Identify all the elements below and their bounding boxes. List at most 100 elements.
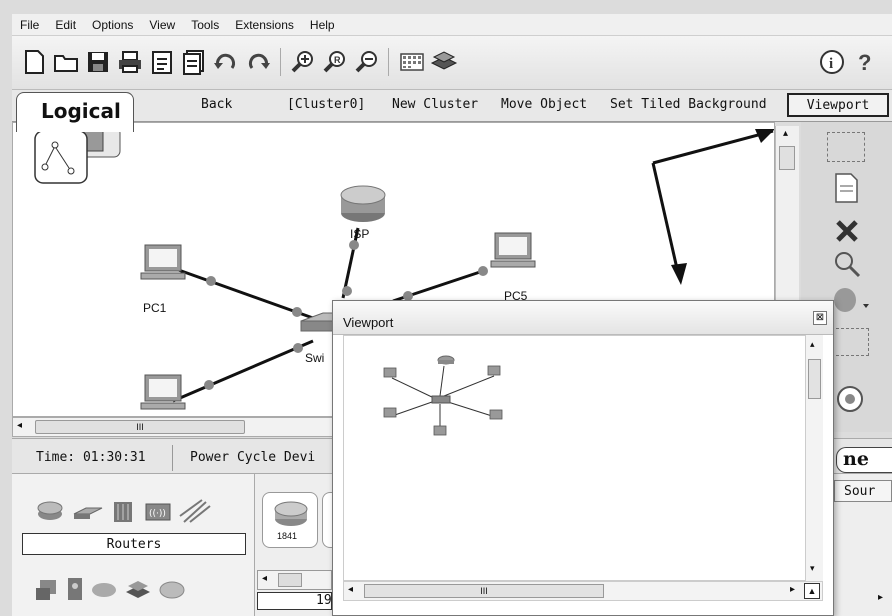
- power-cycle-button[interactable]: Power Cycle Devi: [182, 445, 342, 471]
- link-pc1-switch[interactable]: [172, 266, 314, 320]
- hubs-category-icon: [114, 502, 132, 522]
- viewport-window: Viewport ⊠ ▴ ▾ ◂ III ▸ ▲: [332, 300, 834, 616]
- minimap-switch: [431, 395, 451, 404]
- activity-wizard-icon[interactable]: [148, 48, 176, 76]
- print-icon[interactable]: [116, 48, 144, 76]
- viewport-button[interactable]: Viewport: [787, 93, 889, 117]
- zoom-out-icon[interactable]: [352, 48, 380, 76]
- custom-made-category-icon: [126, 581, 150, 598]
- device-list-scrollbar[interactable]: ◂: [257, 570, 332, 590]
- zoom-in-icon[interactable]: [288, 48, 316, 76]
- menu-file[interactable]: File: [12, 18, 47, 32]
- link-pc-switch[interactable]: [172, 339, 314, 403]
- pdu-icon[interactable]: [180, 48, 208, 76]
- scroll-thumb[interactable]: III: [35, 420, 245, 434]
- scroll-right-arrow[interactable]: ▸: [790, 584, 795, 595]
- category-icons-row2: [36, 578, 185, 600]
- pc1-label: PC1: [143, 301, 167, 315]
- switches-category-icon: [73, 507, 103, 519]
- end-devices-category-icon: [36, 580, 56, 600]
- place-note-icon[interactable]: [831, 328, 869, 356]
- svg-text:R: R: [334, 55, 341, 65]
- new-cluster-button[interactable]: New Cluster: [392, 97, 478, 112]
- menu-view[interactable]: View: [141, 18, 183, 32]
- redo-icon[interactable]: [244, 48, 272, 76]
- info-icon[interactable]: i: [818, 48, 846, 76]
- next-device-item[interactable]: [322, 492, 332, 548]
- inspect-icon[interactable]: [833, 250, 861, 278]
- minimap-pc: [433, 425, 447, 436]
- resize-shape-icon[interactable]: [831, 284, 871, 314]
- viewport-titlebar[interactable]: Viewport ⊠: [333, 301, 833, 335]
- router-isp[interactable]: [340, 185, 386, 222]
- palette-icon[interactable]: [398, 48, 426, 76]
- annotation-arrows: [651, 129, 774, 285]
- scroll-up-arrow[interactable]: ▴: [810, 339, 815, 350]
- set-tiled-background-button[interactable]: Set Tiled Background: [610, 97, 767, 112]
- router-1841-item[interactable]: 1841: [262, 492, 318, 548]
- minimap-pc: [383, 367, 397, 378]
- scroll-down-arrow[interactable]: ▾: [810, 563, 815, 574]
- scroll-left-arrow[interactable]: ◂: [348, 584, 353, 595]
- router-icon: [274, 501, 308, 526]
- menu-tools[interactable]: Tools: [183, 18, 227, 32]
- menu-options[interactable]: Options: [84, 18, 141, 32]
- connections-category-icon: [179, 499, 211, 523]
- viewport-vertical-scrollbar[interactable]: ▴ ▾: [805, 335, 823, 581]
- move-object-button[interactable]: Move Object: [501, 97, 587, 112]
- close-icon[interactable]: ⊠: [813, 311, 827, 325]
- open-icon[interactable]: [52, 48, 80, 76]
- logical-bar: Logical Back [Cluster0] New Cluster Move…: [12, 90, 892, 132]
- pc1-device[interactable]: [140, 244, 186, 280]
- scroll-up-button[interactable]: ▲: [804, 583, 820, 599]
- pc5-device[interactable]: [490, 232, 536, 268]
- minimap-pc: [487, 365, 501, 376]
- menu-help[interactable]: Help: [302, 18, 343, 32]
- scroll-left-arrow[interactable]: ◂: [262, 573, 267, 584]
- help-icon[interactable]: ?: [852, 48, 880, 76]
- save-icon[interactable]: [84, 48, 112, 76]
- undo-icon[interactable]: [212, 48, 240, 76]
- cluster-icon[interactable]: [34, 126, 121, 184]
- custom-device-icon[interactable]: [430, 48, 458, 76]
- isp-label: ISP: [350, 227, 370, 241]
- delete-icon[interactable]: [835, 219, 859, 243]
- back-button[interactable]: Back: [201, 97, 232, 112]
- new-icon[interactable]: [20, 48, 48, 76]
- svg-text:i: i: [829, 56, 833, 72]
- viewport-horizontal-scrollbar[interactable]: ◂ III ▸ ▲: [343, 581, 823, 601]
- menu-edit[interactable]: Edit: [47, 18, 84, 32]
- toolbar: R i ?: [12, 36, 892, 90]
- note-icon[interactable]: [833, 172, 861, 204]
- security-category-icon: [68, 578, 82, 600]
- logical-tab[interactable]: Logical: [16, 92, 134, 132]
- minimap-pc: [383, 407, 397, 418]
- scroll-thumb[interactable]: [808, 359, 821, 399]
- scroll-up-arrow[interactable]: ▴: [783, 128, 788, 139]
- pc-device-bottom[interactable]: [140, 374, 186, 410]
- minimap-router: [437, 355, 455, 365]
- svg-text:?: ?: [858, 50, 871, 75]
- menu-extensions[interactable]: Extensions: [227, 18, 302, 32]
- viewport-title: Viewport: [343, 315, 394, 330]
- viewport-minimap[interactable]: [343, 335, 807, 581]
- scroll-thumb[interactable]: III: [364, 584, 604, 598]
- scroll-thumb[interactable]: [278, 573, 302, 587]
- cluster-label[interactable]: [Cluster0]: [287, 97, 365, 112]
- realtime-mode-tab[interactable]: ne: [836, 447, 892, 473]
- scroll-thumb[interactable]: [779, 146, 795, 170]
- menu-bar: File Edit Options View Tools Extensions …: [12, 14, 892, 36]
- time-display: Time: 01:30:31: [18, 445, 173, 471]
- zoom-reset-icon[interactable]: R: [320, 48, 348, 76]
- scroll-left-arrow[interactable]: ◂: [17, 420, 22, 431]
- simulation-icon[interactable]: [835, 384, 865, 414]
- wireless-category-icon: ((·)): [145, 503, 171, 521]
- select-icon[interactable]: [827, 132, 865, 162]
- switch-label: Swi: [305, 351, 325, 365]
- multiuser-category-icon: [159, 581, 185, 599]
- source-column-header: Sour: [834, 480, 892, 502]
- scroll-right-arrow[interactable]: ▸: [866, 592, 892, 612]
- category-icons-row1: ((·)): [37, 499, 211, 523]
- routers-category-icon: [37, 501, 63, 520]
- minimap-canvas: [383, 355, 503, 436]
